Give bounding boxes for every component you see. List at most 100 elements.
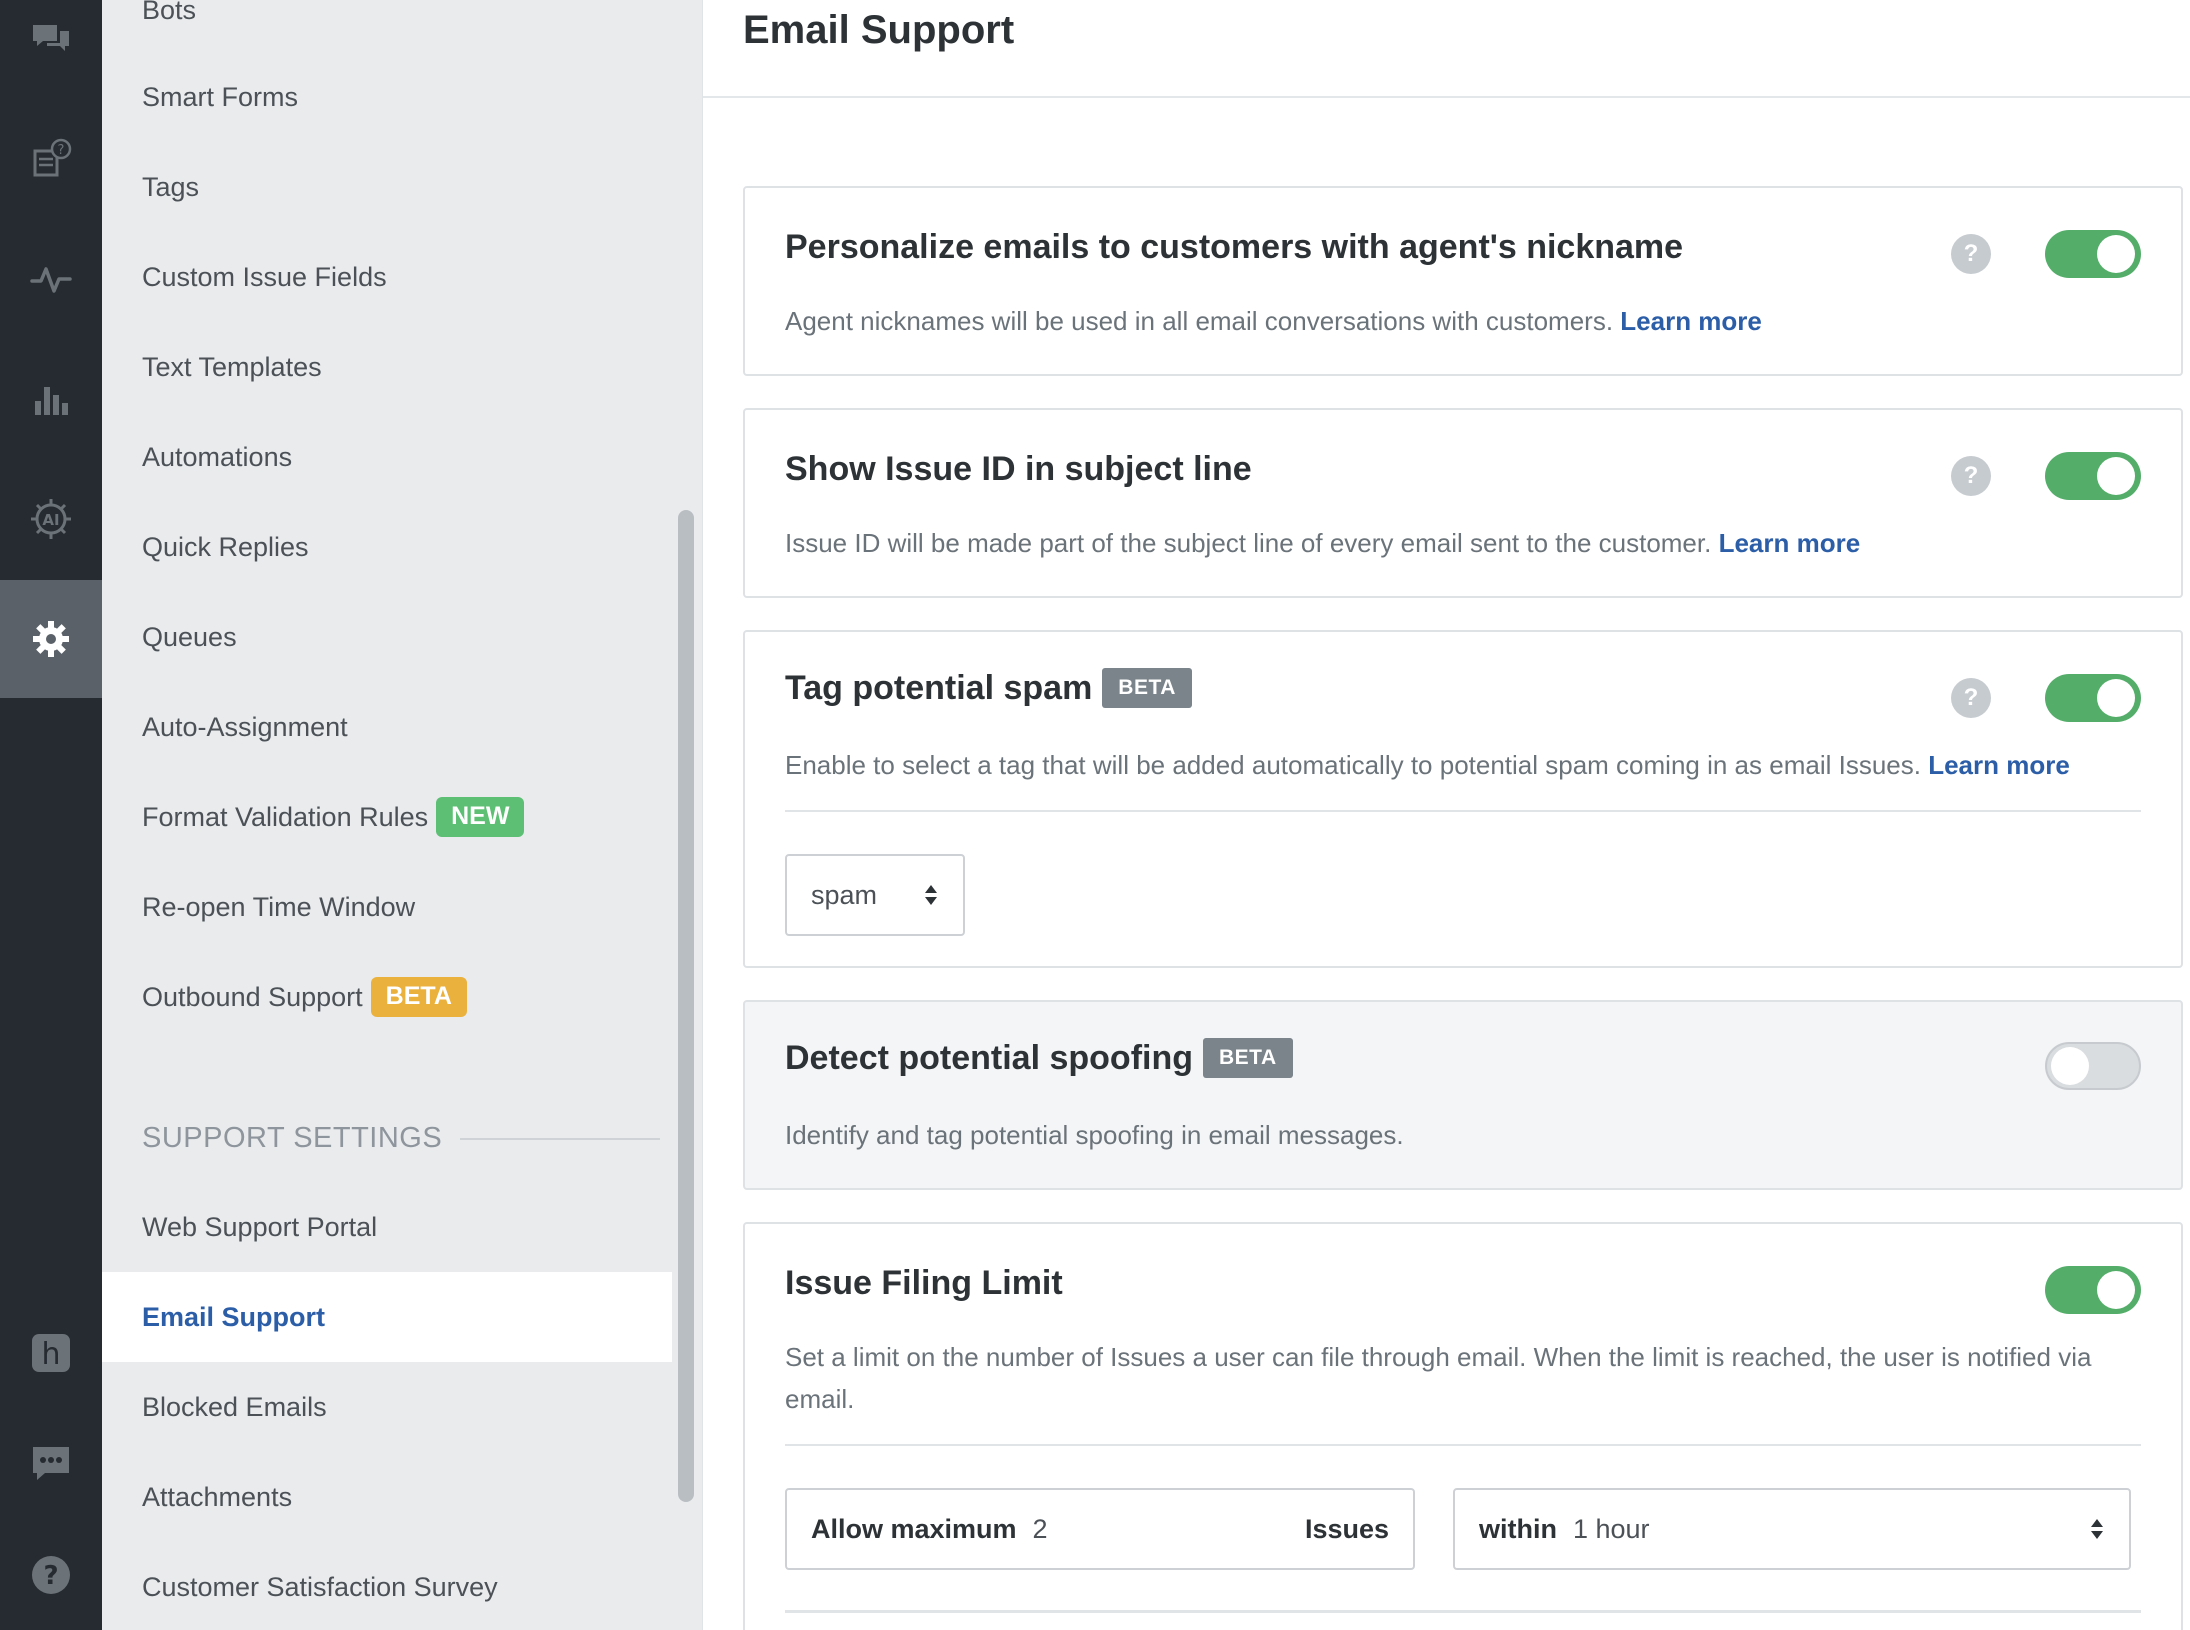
rail-messages[interactable] <box>0 1404 102 1522</box>
card-description-text: Set a limit on the number of Issues a us… <box>785 1342 2092 1414</box>
rail-knowledge-base[interactable]: ? <box>0 100 102 218</box>
ai-icon: AI <box>31 499 71 539</box>
personalize-nickname-toggle[interactable] <box>2045 230 2141 278</box>
nav-item-email-support[interactable]: Email Support <box>102 1272 672 1362</box>
max-issues-prefix: Allow maximum <box>811 1513 1017 1544</box>
gear-icon <box>33 621 69 657</box>
rail-analytics[interactable] <box>0 340 102 458</box>
nav-item-custom-issue-fields[interactable]: Custom Issue Fields <box>102 232 672 322</box>
nav-item-format-validation-rules[interactable]: Format Validation Rules NEW <box>102 772 672 862</box>
rail-help[interactable]: ? <box>0 1516 102 1630</box>
time-window-value: 1 hour <box>1572 1513 1650 1544</box>
nav-section-title: SUPPORT SETTINGS <box>142 1122 443 1154</box>
nav-item-label: Text Templates <box>142 351 322 382</box>
nav-item-bots[interactable]: Bots <box>102 0 672 55</box>
nav-item-automations[interactable]: Automations <box>102 412 672 502</box>
learn-more-link[interactable]: Learn more <box>1928 750 2070 780</box>
main-content: Email Support Personalize emails to cust… <box>702 0 2190 1630</box>
card-description: Issue ID will be made part of the subjec… <box>785 522 1860 564</box>
detect-spoofing-toggle[interactable] <box>2045 1042 2141 1090</box>
max-issues-input[interactable]: Allow maximum 2 Issues <box>785 1488 1415 1570</box>
nav-item-label: Automations <box>142 441 293 472</box>
time-window-label: within <box>1479 1513 1557 1544</box>
nav-item-attachments[interactable]: Attachments <box>102 1452 672 1542</box>
card-title: Tag potential spam BETA <box>785 668 1192 708</box>
help-icon[interactable]: ? <box>1951 234 1991 274</box>
issue-id-subject-toggle[interactable] <box>2045 452 2141 500</box>
nav-section-support-settings: SUPPORT SETTINGS <box>142 1122 660 1155</box>
card-title: Show Issue ID in subject line <box>785 450 1252 489</box>
helpshift-logo-icon: h <box>32 1334 70 1372</box>
card-description-text: Agent nicknames will be used in all emai… <box>785 306 1614 336</box>
nav-item-customer-satisfaction-survey[interactable]: Customer Satisfaction Survey <box>102 1542 672 1630</box>
card-description-text: Issue ID will be made part of the subjec… <box>785 528 1712 558</box>
card-title-text: Show Issue ID in subject line <box>785 450 1252 488</box>
rail-activity[interactable] <box>0 220 102 338</box>
nav-item-label: Re-open Time Window <box>142 891 416 922</box>
nav-item-label: Queues <box>142 621 237 652</box>
rail-ai[interactable]: AI <box>0 460 102 578</box>
bar-chart-icon <box>35 387 68 415</box>
page-title: Email Support <box>743 8 1015 52</box>
card-description: Enable to select a tag that will be adde… <box>785 744 2070 786</box>
nav-item-label: Custom Issue Fields <box>142 261 387 292</box>
ai-icon-text: AI <box>42 511 59 529</box>
time-window-select[interactable]: within 1 hour <box>1453 1488 2131 1570</box>
nav-item-queues[interactable]: Queues <box>102 592 672 682</box>
nav-item-outbound-support[interactable]: Outbound Support BETA <box>102 952 672 1042</box>
spam-tag-select[interactable]: spam <box>785 854 965 936</box>
learn-more-link[interactable]: Learn more <box>1719 528 1861 558</box>
help-icon[interactable]: ? <box>1951 456 1991 496</box>
issue-filing-limit-toggle[interactable] <box>2045 1266 2141 1314</box>
card-title: Personalize emails to customers with age… <box>785 228 1683 267</box>
nav-item-label: Format Validation Rules <box>142 801 429 832</box>
nav-item-web-support-portal[interactable]: Web Support Portal <box>102 1182 672 1272</box>
card-title: Issue Filing Limit <box>785 1264 1063 1303</box>
nav-item-label: Auto-Assignment <box>142 711 348 742</box>
nav-item-tags[interactable]: Tags <box>102 142 672 232</box>
help-icon[interactable]: ? <box>1951 678 1991 718</box>
nav-scrollbar-thumb[interactable] <box>678 510 694 1502</box>
svg-text:?: ? <box>58 143 65 158</box>
rail-helpshift[interactable]: h <box>0 1294 102 1412</box>
beta-badge: BETA <box>1203 1038 1293 1078</box>
card-issue-filing-limit: Issue Filing Limit Set a limit on the nu… <box>743 1222 2183 1630</box>
nav-item-blocked-emails[interactable]: Blocked Emails <box>102 1362 672 1452</box>
card-title-text: Tag potential spam <box>785 668 1093 707</box>
tag-spam-toggle[interactable] <box>2045 674 2141 722</box>
card-description-text: Enable to select a tag that will be adde… <box>785 750 1921 780</box>
nav-item-text-templates[interactable]: Text Templates <box>102 322 672 412</box>
chat-bubbles-icon <box>33 25 69 51</box>
card-issue-id-subject: Show Issue ID in subject line ? Issue ID… <box>743 408 2183 598</box>
card-divider <box>785 810 2141 812</box>
max-issues-suffix: Issues <box>1304 1513 1389 1544</box>
page-header: Email Support <box>703 0 2190 98</box>
nav-item-auto-assignment[interactable]: Auto-Assignment <box>102 682 672 772</box>
card-title-text: Detect potential spoofing <box>785 1038 1193 1077</box>
nav-item-label: Smart Forms <box>142 81 299 112</box>
icon-rail: ? AI h ? <box>0 0 102 1630</box>
card-bottom-rule <box>785 1610 2141 1613</box>
help-circle-text: ? <box>43 1561 58 1591</box>
nav-item-quick-replies[interactable]: Quick Replies <box>102 502 672 592</box>
nav-item-label: Tags <box>142 171 200 202</box>
spam-tag-select-value: spam <box>811 879 878 910</box>
rail-conversations[interactable] <box>0 0 102 98</box>
card-personalize-nickname: Personalize emails to customers with age… <box>743 186 2183 376</box>
message-dots-icon <box>33 1447 69 1480</box>
rail-settings[interactable] <box>0 580 102 698</box>
card-description: Identify and tag potential spoofing in e… <box>785 1114 1404 1156</box>
activity-pulse-icon <box>30 267 72 293</box>
nav-item-label: Bots <box>142 0 197 25</box>
nav-section-divider <box>460 1137 660 1140</box>
card-description: Set a limit on the number of Issues a us… <box>785 1336 2165 1420</box>
card-description-text: Identify and tag potential spoofing in e… <box>785 1120 1404 1150</box>
nav-item-label: Web Support Portal <box>142 1211 378 1242</box>
nav-item-reopen-time-window[interactable]: Re-open Time Window <box>102 862 672 952</box>
nav-item-label: Quick Replies <box>142 531 309 562</box>
nav-item-label: Blocked Emails <box>142 1391 327 1422</box>
help-circle-icon: ? <box>32 1556 70 1594</box>
beta-badge: BETA <box>370 977 467 1017</box>
learn-more-link[interactable]: Learn more <box>1620 306 1762 336</box>
nav-item-smart-forms[interactable]: Smart Forms <box>102 52 672 142</box>
